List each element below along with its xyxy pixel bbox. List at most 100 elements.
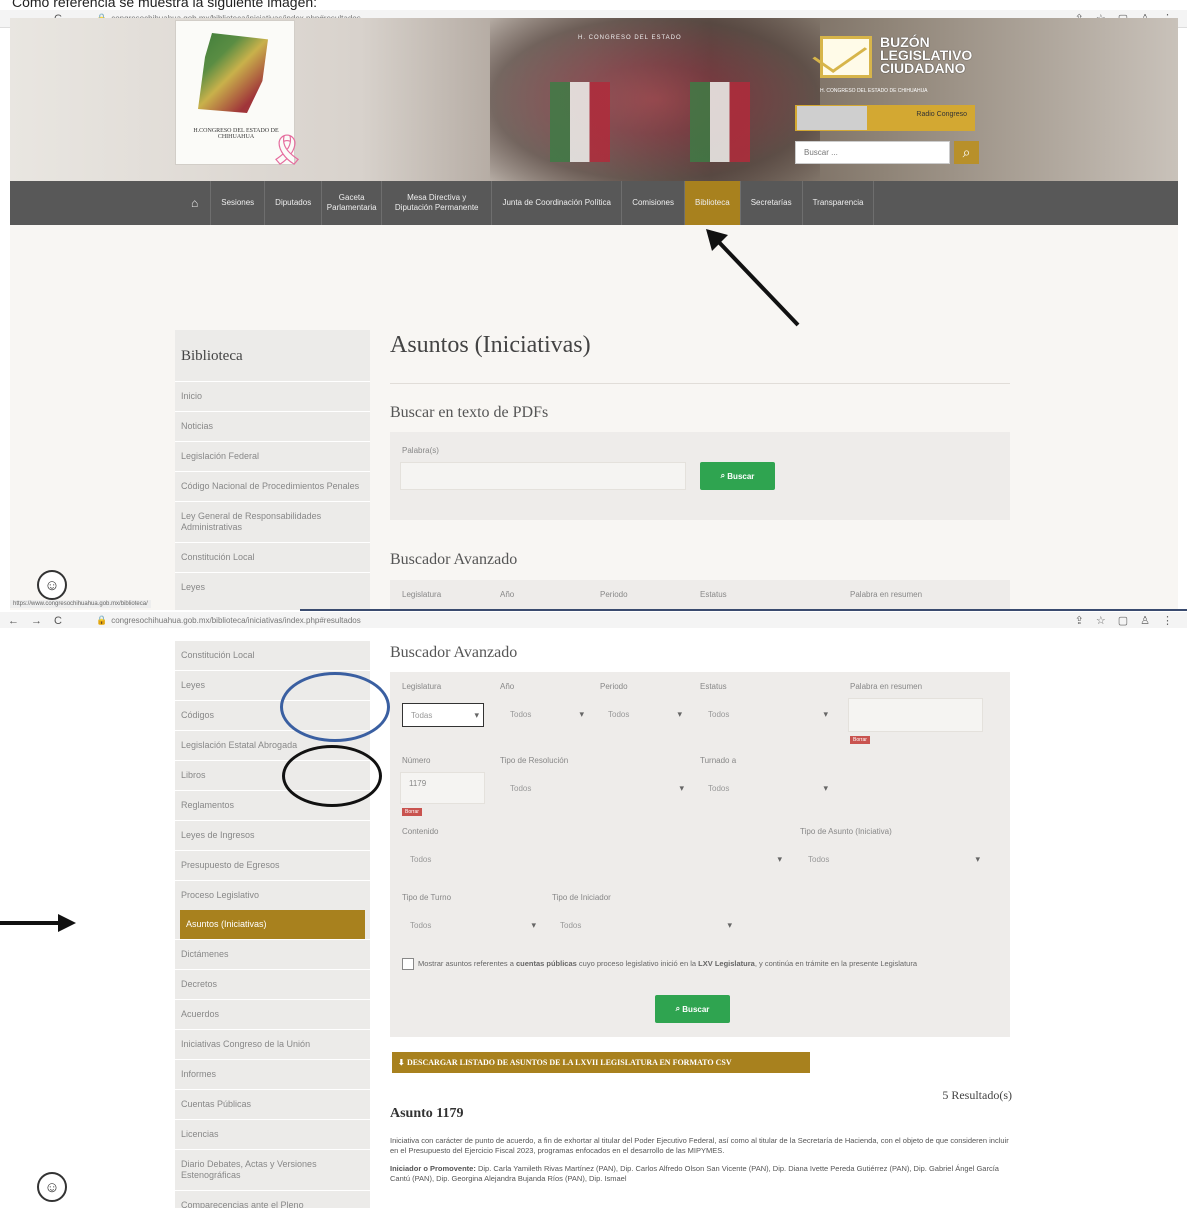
cuentas-publicas-text: Mostrar asuntos referentes a cuentas púb…: [418, 958, 988, 969]
forward-icon[interactable]: →: [31, 615, 42, 627]
annotation-circle-black: [282, 745, 382, 807]
lock-icon: 🔒: [96, 615, 108, 625]
caption-text: Como referencia se muestra la siguiente …: [12, 0, 318, 10]
turnado-label: Turnado a: [700, 756, 737, 765]
buzon-title: BUZÓN LEGISLATIVO CIUDADANO: [880, 34, 973, 76]
nav-gaceta[interactable]: Gaceta Parlamentaria: [322, 181, 383, 225]
search-icon[interactable]: ⌕: [954, 141, 979, 164]
results-count: 5 Resultado(s): [942, 1088, 1012, 1102]
sidebar-item-informes[interactable]: Informes: [175, 1059, 370, 1089]
iniciador-label: Iniciador o Promovente:: [390, 1164, 476, 1173]
anio-label: Año: [500, 682, 515, 691]
estatus-select[interactable]: Todos: [700, 703, 832, 727]
sidebar-item-licencias[interactable]: Licencias: [175, 1119, 370, 1149]
sidebar-item-asuntos[interactable]: Asuntos (Iniciativas): [180, 910, 365, 939]
sidebar-item-codigo-nacional[interactable]: Código Nacional de Procedimientos Penale…: [175, 471, 370, 501]
buzon-legislativo-banner[interactable]: BUZÓN LEGISLATIVO CIUDADANO H. CONGRESO …: [820, 34, 985, 94]
contenido-select[interactable]: Todos: [402, 848, 786, 874]
cuentas-publicas-checkbox[interactable]: [402, 958, 414, 970]
nav-biblioteca[interactable]: Biblioteca: [685, 181, 741, 225]
reload-icon[interactable]: C: [54, 615, 62, 627]
sidebar-item-leyes-ingresos[interactable]: Leyes de Ingresos: [175, 820, 370, 850]
radio-congreso-banner[interactable]: Radio Congreso: [795, 105, 975, 131]
url-text: congresochihuahua.gob.mx/biblioteca/inic…: [111, 616, 361, 625]
nav-transparencia[interactable]: Transparencia: [803, 181, 875, 225]
legislatura-select[interactable]: Todas: [402, 703, 484, 727]
sidebar-item-presupuesto[interactable]: Presupuesto de Egresos: [175, 850, 370, 880]
sidebar-item-diario-debates[interactable]: Diario Debates, Actas y Versiones Esteno…: [175, 1149, 370, 1190]
sidebar-item-leyes[interactable]: Leyes: [175, 572, 370, 602]
pink-ribbon-icon: 🎗: [268, 134, 307, 167]
screenshot-divider: [300, 609, 1187, 611]
clear-palabra-button[interactable]: Borrar: [850, 736, 870, 744]
search-button-label: Buscar: [727, 471, 755, 481]
advanced-search-button[interactable]: ⌕ Buscar: [655, 995, 730, 1023]
accessibility-icon[interactable]: ☺: [37, 570, 67, 600]
nav-mesa-directiva[interactable]: Mesa Directiva y Diputación Permanente: [382, 181, 493, 225]
pdf-search-button[interactable]: ⌕ Buscar: [700, 462, 775, 490]
palabras-input[interactable]: [400, 462, 686, 490]
sidebar-item-comparecencias[interactable]: Comparecencias ante el Pleno: [175, 1190, 370, 1208]
sidebar-item-iniciativas-union[interactable]: Iniciativas Congreso de la Unión: [175, 1029, 370, 1059]
profile-icon[interactable]: ♙: [1140, 614, 1150, 627]
main-nav: ⌂ Sesiones Diputados Gaceta Parlamentari…: [10, 181, 1178, 225]
tipo-turno-select[interactable]: Todos: [402, 914, 540, 940]
cb-text-3: , y continúa en trámite en la presente L…: [754, 959, 918, 968]
numero-input[interactable]: 1179: [400, 772, 485, 804]
legislatura-label: Legislatura: [402, 682, 442, 691]
star-icon[interactable]: ☆: [1096, 614, 1106, 627]
site-search-input[interactable]: Buscar ...: [795, 141, 950, 164]
nav-junta[interactable]: Junta de Coordinación Política: [492, 181, 623, 225]
download-label: DESCARGAR LISTADO DE ASUNTOS DE LA LXVII…: [406, 1058, 732, 1067]
accessibility-icon[interactable]: ☺: [37, 1172, 67, 1202]
address-bar[interactable]: 🔒congresochihuahua.gob.mx/biblioteca/ini…: [90, 615, 1075, 626]
sidebar-item-ley-general[interactable]: Ley General de Responsabilidades Adminis…: [175, 501, 370, 542]
palabra-resumen-input[interactable]: [848, 698, 983, 732]
radio-label: Radio Congreso: [916, 111, 967, 118]
asunto-title[interactable]: Asunto 1179: [390, 1106, 464, 1122]
palabra-resumen-label: Palabra en resumen: [850, 682, 923, 691]
nav-secretarias[interactable]: Secretarías: [741, 181, 803, 225]
clear-numero-button[interactable]: Borrar: [402, 808, 422, 816]
chamber-caption: H. CONGRESO DEL ESTADO: [578, 35, 682, 41]
periodo-select[interactable]: Todos: [600, 703, 686, 727]
window-icon[interactable]: ▢: [1118, 614, 1128, 627]
annotation-circle-blue: [280, 672, 390, 742]
tipo-iniciador-select[interactable]: Todos: [552, 914, 736, 940]
home-icon[interactable]: ⌂: [179, 181, 212, 225]
nav-sesiones[interactable]: Sesiones: [211, 181, 266, 225]
search-icon: ⌕: [675, 1004, 683, 1013]
back-icon[interactable]: ←: [8, 615, 19, 627]
buzon-subtitle: H. CONGRESO DEL ESTADO DE CHIHUAHUA: [820, 88, 928, 94]
advanced-search-title: Buscador Avanzado: [390, 551, 518, 568]
menu-dots-icon[interactable]: ⋮: [1162, 614, 1173, 627]
sidebar-item-noticias[interactable]: Noticias: [175, 411, 370, 441]
cb-bold-2: LXV Legislatura: [698, 959, 755, 968]
sidebar-item-dictamenes[interactable]: Dictámenes: [175, 939, 370, 969]
sidebar-item-constitucion[interactable]: Constitución Local: [175, 542, 370, 572]
title-divider: [390, 383, 1010, 384]
tipo-resolucion-select[interactable]: Todos: [502, 777, 688, 801]
turnado-select[interactable]: Todos: [700, 777, 832, 801]
estatus-label-top: Estatus: [700, 590, 727, 599]
nav-diputados[interactable]: Diputados: [265, 181, 323, 225]
anio-select[interactable]: Todos: [502, 703, 588, 727]
sidebar-item-decretos[interactable]: Decretos: [175, 969, 370, 999]
sidebar-item-constitucion-local[interactable]: Constitución Local: [175, 640, 370, 670]
tipo-asunto-select[interactable]: Todos: [800, 848, 984, 874]
share-icon[interactable]: ⇪: [1075, 614, 1084, 627]
nav-comisiones[interactable]: Comisiones: [622, 181, 685, 225]
sidebar-item-proceso-legislativo[interactable]: Proceso Legislativo: [175, 880, 370, 910]
download-csv-button[interactable]: ⬇ DESCARGAR LISTADO DE ASUNTOS DE LA LXV…: [392, 1052, 810, 1073]
flag-left: [550, 82, 610, 162]
sidebar-item-legislacion-federal[interactable]: Legislación Federal: [175, 441, 370, 471]
flag-right: [690, 82, 750, 162]
sidebar-upper: Biblioteca Inicio Noticias Legislación F…: [175, 330, 370, 610]
tipo-resolucion-label: Tipo de Resolución: [500, 756, 569, 765]
sidebar-item-acuerdos[interactable]: Acuerdos: [175, 999, 370, 1029]
sidebar-item-inicio[interactable]: Inicio: [175, 381, 370, 411]
periodo-label-top: Periodo: [600, 590, 628, 599]
sidebar-item-cuentas-publicas[interactable]: Cuentas Públicas: [175, 1089, 370, 1119]
advanced-search-label: Buscar: [682, 1004, 710, 1014]
numero-label: Número: [402, 756, 431, 765]
